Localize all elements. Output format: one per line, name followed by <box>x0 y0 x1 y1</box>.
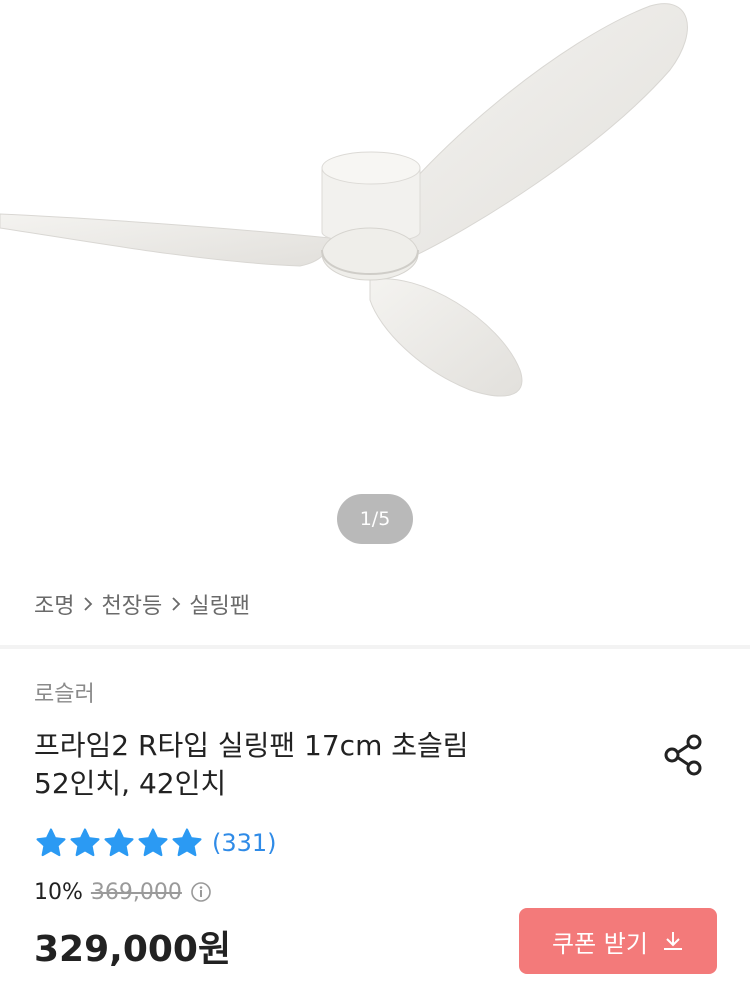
breadcrumb: 조명 천장등 실링팬 <box>34 586 250 622</box>
coupon-button-label: 쿠폰 받기 <box>552 929 648 958</box>
ceiling-fan-image <box>0 3 688 397</box>
sale-price: 329,000원 <box>34 929 232 970</box>
download-icon <box>663 932 682 950</box>
info-icon[interactable] <box>190 881 212 903</box>
brand-name[interactable]: 로슬러 <box>34 676 95 708</box>
review-count[interactable]: (331) <box>212 829 277 857</box>
star-icon <box>104 828 134 857</box>
star-icon <box>36 828 66 857</box>
product-title: 프라임2 R타입 실링팬 17cm 초슬림 52인치, 42인치 <box>34 727 594 803</box>
star-icon <box>138 828 168 857</box>
breadcrumb-item-ceiling-light[interactable]: 천장등 <box>101 588 162 620</box>
share-icon[interactable] <box>660 731 708 779</box>
breadcrumb-item-lighting[interactable]: 조명 <box>34 588 74 620</box>
rating-stars <box>34 826 204 860</box>
chevron-right-icon <box>171 596 181 612</box>
star-icon <box>70 828 100 857</box>
breadcrumb-item-ceiling-fan[interactable]: 실링팬 <box>189 588 250 620</box>
star-icon <box>172 828 202 857</box>
rating-row[interactable]: (331) <box>34 826 277 860</box>
image-pager: 1/5 <box>337 494 413 544</box>
product-image-carousel[interactable]: 1/5 <box>0 0 750 560</box>
discount-row: 10% 369,000 <box>34 877 212 907</box>
product-title-line-2: 52인치, 42인치 <box>34 767 227 800</box>
section-divider <box>0 645 750 649</box>
chevron-right-icon <box>83 596 93 612</box>
original-price: 369,000 <box>90 879 182 905</box>
coupon-download-button[interactable]: 쿠폰 받기 <box>519 908 717 974</box>
product-title-line-1: 프라임2 R타입 실링팬 17cm 초슬림 <box>34 729 469 762</box>
discount-rate: 10% <box>34 879 83 905</box>
